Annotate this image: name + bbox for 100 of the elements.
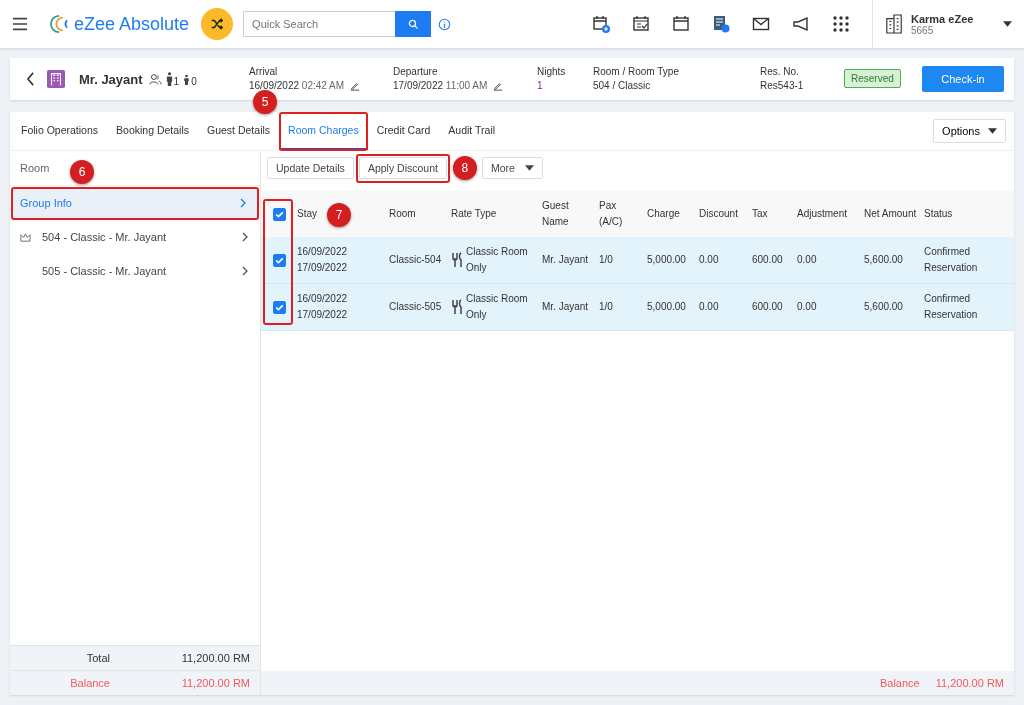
table-cell-text: 1/0 — [599, 300, 614, 314]
caret-icon — [988, 128, 997, 134]
back-icon[interactable] — [26, 72, 35, 86]
select-all-checkbox[interactable] — [272, 207, 286, 221]
tab[interactable]: Room Charges — [279, 112, 368, 150]
logo-icon — [50, 13, 70, 35]
menu-icon[interactable] — [12, 17, 28, 31]
edit-icon[interactable] — [493, 80, 504, 91]
table-cell-text: Mr. Jayant — [542, 253, 590, 267]
group-icon — [148, 72, 162, 86]
chevron-icon — [242, 266, 248, 276]
edit-icon[interactable] — [350, 80, 361, 91]
callout-number: 8 — [452, 156, 477, 180]
dropdown-button[interactable]: More — [481, 157, 543, 179]
field-label: Room / Room Type — [593, 66, 679, 77]
field-value: 16/09/2022 02:42 AM — [249, 80, 345, 91]
sidebar-item[interactable]: 504 - Classic - Mr. Jayant — [10, 220, 260, 254]
table-cell-text: Classic Room Only — [466, 292, 529, 322]
table-cell-text: Mr. Jayant — [542, 300, 590, 314]
table-cell-text: 600.00 — [752, 253, 784, 267]
column-header: Guest Name — [542, 199, 570, 229]
field-label: Arrival — [249, 66, 279, 77]
chevron-icon — [242, 232, 248, 242]
balance-amount: 11,200.00 RM — [935, 677, 1005, 689]
fork-knife-icon — [451, 252, 465, 268]
table-cell-text: 5,600.00 — [864, 253, 904, 267]
building-icon — [885, 14, 903, 34]
callout-number: 6 — [70, 160, 94, 184]
table-cell-text: Confirmed Reservation — [924, 245, 979, 275]
fork-knife-icon — [451, 299, 465, 315]
table-cell-text: 5,000.00 — [647, 300, 687, 314]
table-cell-text: 16/09/2022 17/09/2022 — [297, 292, 349, 322]
callout-number: 5 — [253, 90, 278, 114]
tab[interactable]: Booking Details — [107, 112, 198, 150]
megaphone-icon[interactable] — [792, 15, 810, 33]
table-cell-text: 5,000.00 — [647, 253, 687, 267]
field-value: 17/09/2022 11:00 AM — [393, 80, 488, 91]
table-cell-text: 0.00 — [797, 300, 818, 314]
toolbar-button[interactable]: Update Details — [267, 157, 354, 179]
search-field[interactable]: Quick Search — [243, 11, 396, 37]
caret-icon[interactable] — [1003, 21, 1012, 27]
table-cell-text: Classic-505 — [389, 300, 443, 314]
info-icon[interactable] — [438, 17, 452, 31]
total-label: Total — [85, 652, 110, 664]
row-checkbox[interactable] — [272, 300, 286, 314]
table-cell-text: 1/0 — [599, 253, 614, 267]
field-label: Departure — [393, 66, 439, 77]
table-cell-text: 0.00 — [797, 253, 818, 267]
tab[interactable]: Credit Card — [367, 112, 440, 150]
field-value: 504 / Classic — [593, 80, 651, 91]
apps-grid-icon[interactable] — [832, 15, 850, 33]
brand-name: eZee Absolute — [74, 13, 190, 35]
sidebar-item[interactable]: Group Info — [12, 188, 258, 218]
table-cell-text: 16/09/2022 17/09/2022 — [297, 245, 349, 275]
table-cell-text: 0.00 — [699, 253, 720, 267]
mail-icon[interactable] — [752, 15, 770, 33]
column-header: Tax — [752, 207, 769, 221]
table-cell-text: 0.00 — [699, 300, 720, 314]
table-cell-text: Confirmed Reservation — [924, 292, 979, 322]
shuffle-button[interactable] — [201, 8, 234, 40]
property-name: Karma eZee — [911, 12, 975, 25]
child-count: 0 — [191, 75, 197, 87]
calendar-plus-icon[interactable] — [592, 15, 610, 33]
options-button[interactable]: Options — [933, 119, 1006, 143]
adult-icon — [165, 72, 173, 86]
column-header: Stay — [297, 207, 318, 221]
sidebar-heading: Room — [20, 162, 50, 174]
table-cell-text: Classic Room Only — [466, 245, 529, 275]
row-checkbox[interactable] — [272, 253, 286, 267]
tab[interactable]: Audit Trail — [439, 112, 505, 150]
check-in-button[interactable]: Check-in — [922, 66, 1004, 92]
balance-label: Balance — [879, 677, 920, 689]
adult-count: 1 — [173, 75, 180, 87]
field-value: 1 — [537, 80, 543, 91]
guest-name: Mr. Jayant — [79, 71, 143, 87]
shuffle-icon — [210, 17, 225, 31]
field-label: Nights — [537, 66, 566, 77]
tab[interactable]: Guest Details — [198, 112, 280, 150]
column-header: Net Amount — [864, 207, 918, 221]
total-amount: 11,200.00 RM — [180, 652, 251, 664]
property-code: 5665 — [911, 24, 935, 36]
column-header: Pax (A/C) — [599, 199, 624, 229]
column-header: Adjustment — [797, 207, 849, 221]
sidebar-item[interactable]: 505 - Classic - Mr. Jayant — [10, 254, 260, 288]
calendar-icon[interactable] — [672, 15, 690, 33]
status-badge: Reserved — [844, 69, 901, 88]
table-cell-text: 600.00 — [752, 300, 784, 314]
column-header: Room — [389, 207, 417, 221]
search-icon — [407, 18, 419, 30]
child-icon — [183, 73, 191, 85]
toolbar-button[interactable]: Apply Discount — [358, 157, 447, 179]
tab[interactable]: Folio Operations — [12, 112, 108, 150]
field-label: Res. No. — [760, 66, 800, 77]
column-header: Charge — [647, 207, 681, 221]
search-button[interactable] — [395, 11, 432, 37]
table-cell-text: 5,600.00 — [864, 300, 904, 314]
balance-amount: 11,200.00 RM — [180, 677, 251, 689]
column-header: Discount — [699, 207, 739, 221]
invoice-dollar-icon[interactable] — [712, 15, 730, 33]
calendar-check-icon[interactable] — [632, 15, 650, 33]
